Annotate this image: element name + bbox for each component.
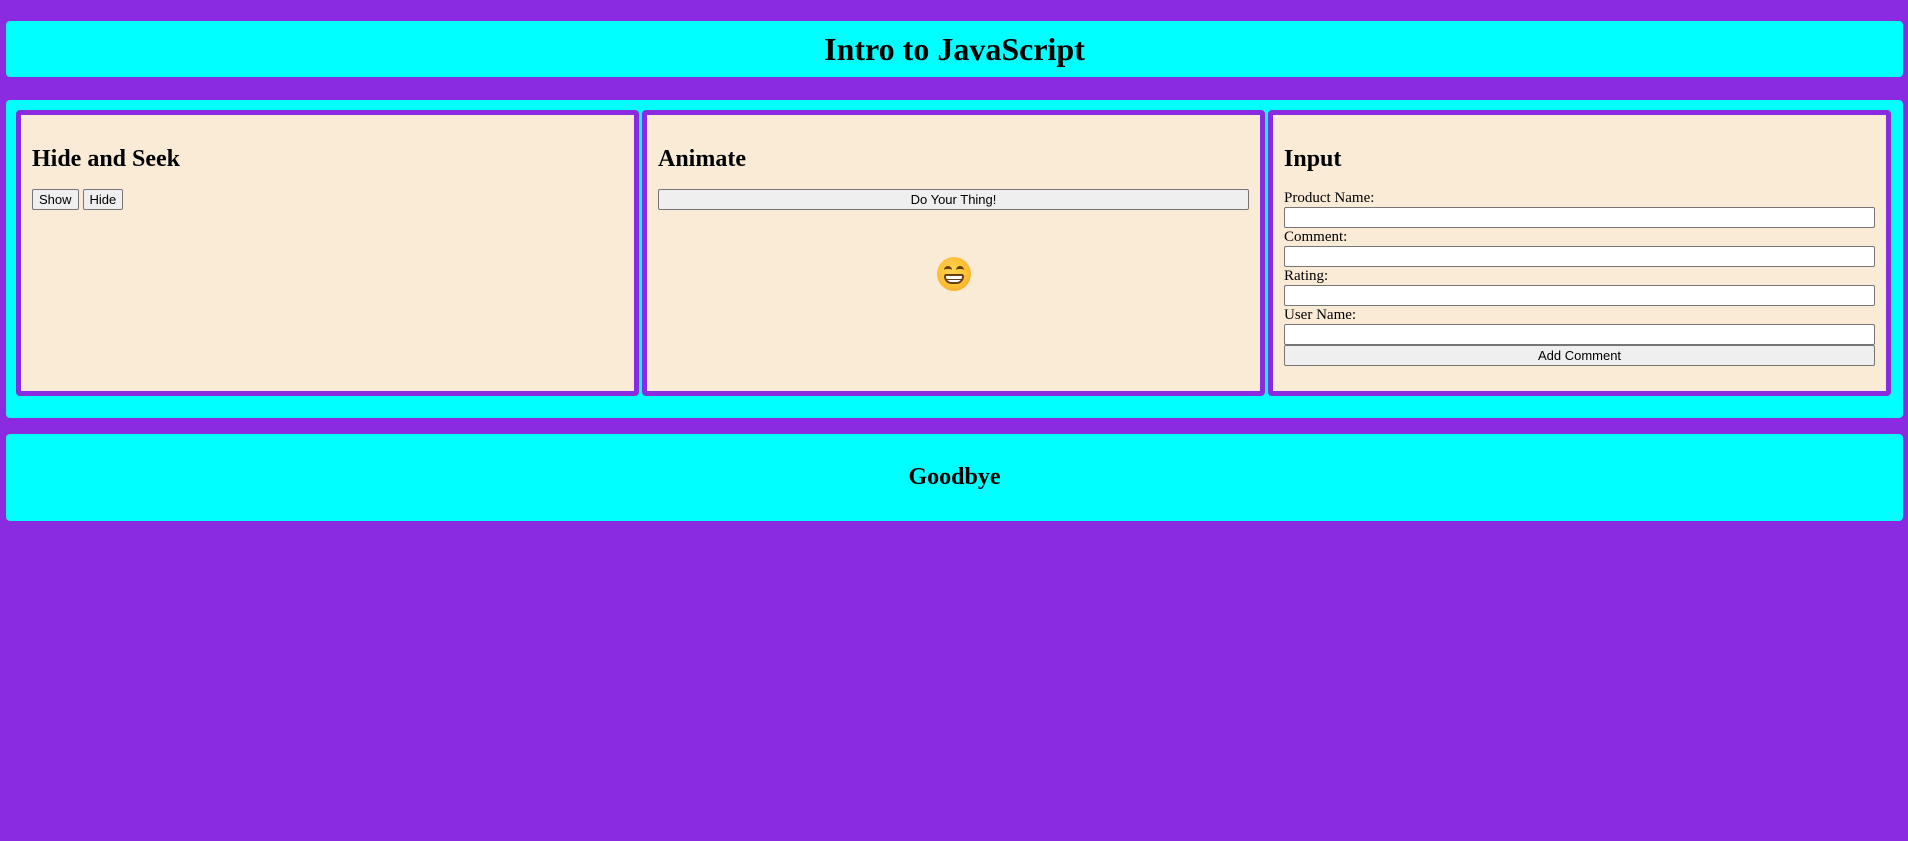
product-name-group: Product Name: (1284, 189, 1875, 228)
page-footer: Goodbye (6, 434, 1903, 521)
input-panel: Input Product Name: Comment: Rating: Use… (1268, 110, 1891, 396)
hide-and-seek-panel: Hide and Seek Show Hide (16, 110, 639, 396)
hide-and-seek-title: Hide and Seek (32, 146, 181, 172)
product-name-label: Product Name: (1284, 190, 1375, 206)
page-header: Intro to JavaScript (6, 21, 1903, 77)
animate-title: Animate (658, 146, 746, 172)
user-name-group: User Name: (1284, 306, 1875, 345)
show-button[interactable]: Show (32, 189, 79, 210)
add-comment-button[interactable]: Add Comment (1284, 345, 1875, 366)
hide-and-seek-controls: Show Hide (32, 189, 623, 210)
user-name-input[interactable] (1284, 324, 1875, 345)
animate-panel: Animate Do Your Thing! (642, 110, 1265, 396)
hide-button[interactable]: Hide (82, 189, 124, 210)
emoji-right-eye (956, 266, 964, 274)
emoji-mouth (944, 274, 964, 284)
main-section: Hide and Seek Show Hide Animate Do Your … (6, 100, 1903, 418)
do-your-thing-button[interactable]: Do Your Thing! (658, 189, 1249, 210)
input-title: Input (1284, 146, 1342, 172)
comment-label: Comment: (1284, 229, 1348, 245)
rating-group: Rating: (1284, 267, 1875, 306)
rating-label: Rating: (1284, 268, 1329, 284)
emoji-left-eye (944, 266, 952, 274)
rating-input[interactable] (1284, 285, 1875, 306)
comment-group: Comment: (1284, 228, 1875, 267)
comment-input[interactable] (1284, 246, 1875, 267)
page-title: Intro to JavaScript (824, 31, 1085, 67)
user-name-label: User Name: (1284, 307, 1357, 323)
footer-title: Goodbye (908, 464, 1001, 490)
grinning-face-icon (937, 257, 971, 291)
product-name-input[interactable] (1284, 207, 1875, 228)
